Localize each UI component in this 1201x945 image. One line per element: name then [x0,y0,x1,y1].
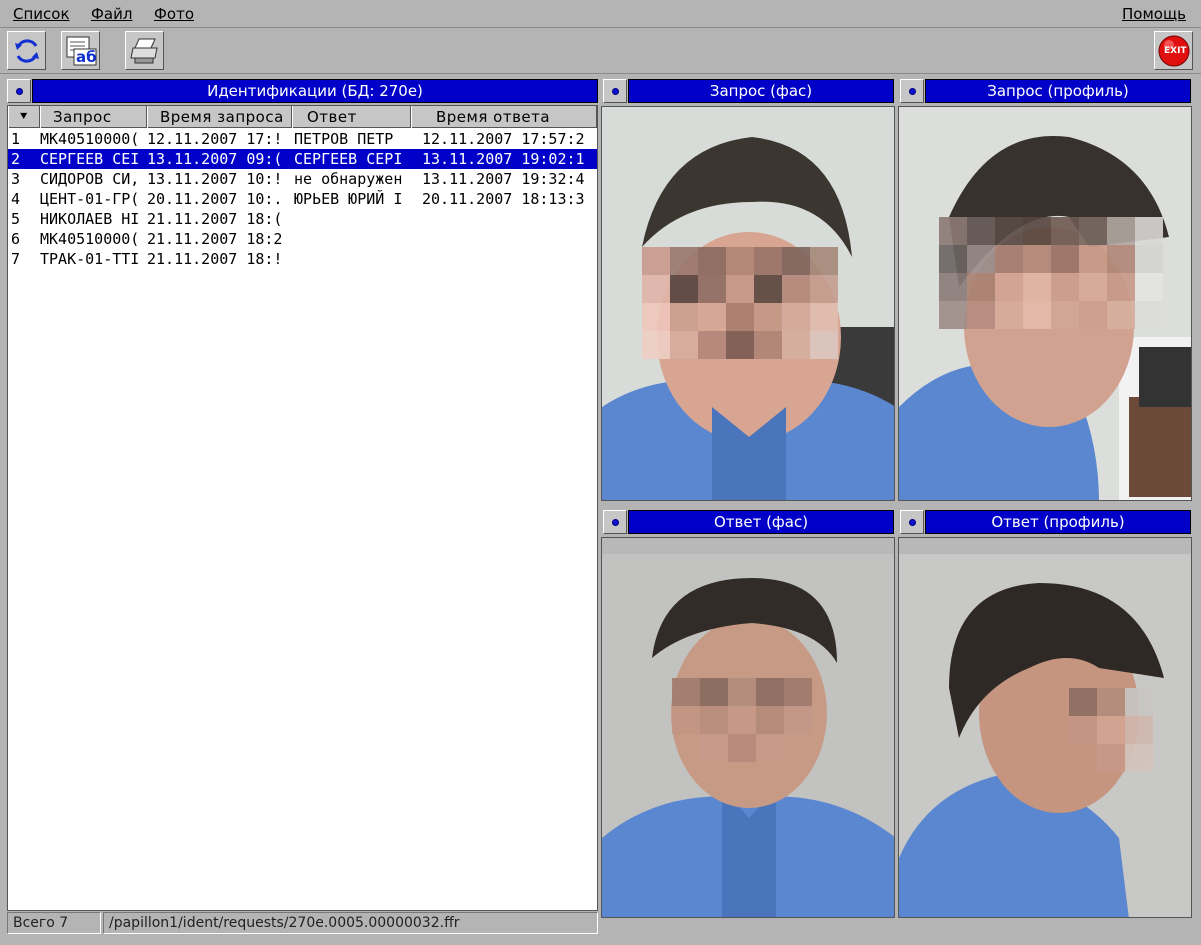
row-request-time: 21.11.2007 18:! [147,250,283,268]
column-header-request[interactable]: Запрос [40,106,147,128]
request-front-photo[interactable] [601,106,895,501]
font-button[interactable]: аб [61,31,100,70]
pixelated-face [939,217,1163,329]
exit-label: EXIT [1164,46,1187,56]
row-answer-time: 12.11.2007 17:57:2 [422,130,585,148]
row-answer-time: 20.11.2007 18:13:3 [422,190,585,208]
column-header-answer[interactable]: Ответ [292,106,411,128]
request-profile-menu-button[interactable] [900,79,924,103]
dot-icon [611,87,619,95]
answer-profile-title: Ответ (профиль) [925,510,1191,534]
row-request-time: 21.11.2007 18:2 [147,230,283,248]
exit-button[interactable]: EXIT [1154,31,1193,70]
row-number: 6 [11,230,21,248]
menu-bar: Список Файл Фото Помощь [0,0,1201,28]
row-request-time: 21.11.2007 18:( [147,210,283,228]
dot-icon [15,87,23,95]
printer-icon [129,38,158,63]
row-number: 4 [11,190,21,208]
toolbar: аб EXIT [0,29,1201,74]
refresh-button[interactable] [7,31,46,70]
print-button[interactable] [125,31,164,70]
row-number: 5 [11,210,21,228]
refresh-icon [14,38,39,63]
menu-help[interactable]: Помощь [1122,5,1186,23]
status-bar: Всего 7 /papillon1/ident/requests/270e.0… [7,911,598,935]
row-answer-time: 13.11.2007 19:32:4 [422,170,585,188]
identifications-list[interactable]: ⯆ Запрос Время запроса Ответ Время ответ… [7,105,598,911]
answer-front-menu-button[interactable] [603,510,627,534]
row-answer: ЮРЬЕВ ЮРИЙ І [294,190,403,208]
table-row[interactable]: 7 ТРАК-01-ТТІ 21.11.2007 18:! [8,249,597,269]
row-answer-time: 13.11.2007 19:02:1 [422,150,585,168]
sort-column-header[interactable]: ⯆ [8,106,40,128]
row-request: ТРАК-01-ТТІ [40,250,140,268]
menu-list[interactable]: Список [13,5,70,23]
pixelated-face [642,247,838,359]
status-path: /papillon1/ident/requests/270e.0005.0000… [103,912,598,934]
table-row[interactable]: 6 МК40510000( 21.11.2007 18:2 [8,229,597,249]
menu-photo[interactable]: Фото [154,5,194,23]
answer-front-title: Ответ (фас) [628,510,894,534]
table-row[interactable]: 5 НИКОЛАЕВ НІ 21.11.2007 18:( [8,209,597,229]
row-request-time: 12.11.2007 17:! [147,130,283,148]
request-front-menu-button[interactable] [603,79,627,103]
column-header-answer-time[interactable]: Время ответа [411,106,597,128]
sort-icon: ⯆ [18,109,30,125]
answer-profile-menu-button[interactable] [900,510,924,534]
column-header-request-time[interactable]: Время запроса [147,106,292,128]
table-row[interactable]: 2 СЕРГЕЕВ СЕІ 13.11.2007 09:( СЕРГЕЕВ СЕРІ 1… [8,149,597,169]
dot-icon [611,518,619,526]
answer-front-photo[interactable] [601,537,895,918]
row-request: СИДОРОВ СИ, [40,170,140,188]
row-request-time: 13.11.2007 10:! [147,170,283,188]
row-number: 7 [11,250,21,268]
row-request: МК40510000( [40,230,140,248]
row-request: СЕРГЕЕВ СЕІ [40,150,140,168]
row-request: МК40510000( [40,130,140,148]
row-answer: не обнаружен [294,170,403,188]
row-answer: ПЕТРОВ ПЕТР [294,130,394,148]
request-profile-photo[interactable] [898,106,1192,501]
dot-icon [908,518,916,526]
request-profile-title: Запрос (профиль) [925,79,1191,103]
table-row[interactable]: 4 ЦЕНТ-01-ГР( 20.11.2007 10:. ЮРЬЕВ ЮРИЙ І 2… [8,189,597,209]
list-panel-title: Идентификации (БД: 270е) [32,79,598,103]
row-answer: СЕРГЕЕВ СЕРІ [294,150,403,168]
row-number: 1 [11,130,21,148]
request-front-title: Запрос (фас) [628,79,894,103]
answer-profile-photo[interactable] [898,537,1192,918]
row-request: НИКОЛАЕВ НІ [40,210,140,228]
row-number: 3 [11,170,21,188]
row-request-time: 20.11.2007 10:. [147,190,283,208]
dot-icon [908,87,916,95]
column-headers: ⯆ Запрос Время запроса Ответ Время ответ… [8,106,597,128]
font-icon-label: аб [76,48,97,66]
list-panel-menu-button[interactable] [7,79,31,103]
row-request: ЦЕНТ-01-ГР( [40,190,140,208]
row-number: 2 [11,150,21,168]
menu-file[interactable]: Файл [91,5,132,23]
list-rows: 1 МК40510000( 12.11.2007 17:! ПЕТРОВ ПЕТР 12… [8,129,597,269]
table-row[interactable]: 1 МК40510000( 12.11.2007 17:! ПЕТРОВ ПЕТР 12… [8,129,597,149]
status-count: Всего 7 [7,912,101,934]
table-row[interactable]: 3 СИДОРОВ СИ, 13.11.2007 10:! не обнаружен 1… [8,169,597,189]
row-request-time: 13.11.2007 09:( [147,150,283,168]
